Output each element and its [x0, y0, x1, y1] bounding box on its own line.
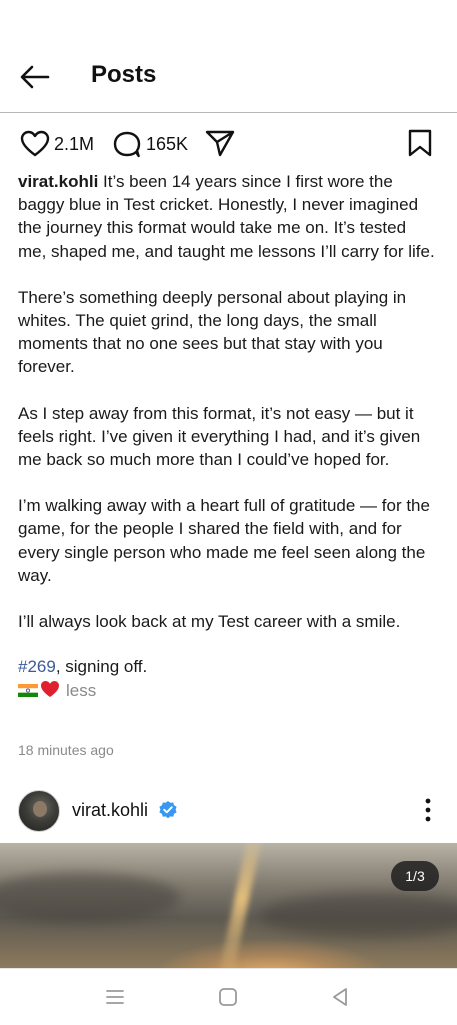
comment-icon — [113, 131, 141, 158]
caption-paragraph: There’s something deeply personal about … — [18, 287, 407, 377]
recent-apps-icon[interactable] — [103, 985, 127, 1009]
back-arrow-icon[interactable] — [18, 62, 52, 92]
image-cloud — [260, 893, 457, 938]
more-options-icon[interactable] — [417, 796, 439, 824]
caption-username[interactable]: virat.kohli — [18, 172, 98, 191]
image-cloud — [0, 873, 180, 923]
heart-icon — [20, 130, 50, 157]
comment-count: 165K — [146, 133, 189, 154]
verified-badge-icon — [159, 801, 177, 819]
post-caption: virat.kohli It’s been 14 years since I f… — [18, 170, 438, 703]
post-timestamp: 18 minutes ago — [18, 742, 114, 758]
image-sunlight — [150, 938, 390, 968]
share-button[interactable] — [204, 128, 236, 158]
like-button[interactable]: 2.1M — [20, 130, 94, 158]
caption-paragraph: virat.kohli It’s been 14 years since I f… — [18, 170, 438, 263]
post-actions-bar: 2.1M 165K — [0, 126, 457, 162]
avatar[interactable] — [18, 790, 60, 832]
post-username[interactable]: virat.kohli — [72, 800, 148, 821]
emoji-row: less — [18, 679, 438, 702]
red-heart-icon — [41, 681, 59, 698]
save-button[interactable] — [406, 128, 434, 158]
post-image[interactable]: 1/3 — [0, 843, 457, 968]
hashtag-link[interactable]: #269 — [18, 657, 56, 676]
send-icon — [205, 130, 235, 157]
caption-paragraph: I’ll always look back at my Test career … — [18, 612, 401, 632]
next-post-header: virat.kohli — [0, 786, 457, 836]
signoff-text: , signing off. — [55, 657, 148, 677]
system-back-icon[interactable] — [328, 985, 352, 1009]
india-flag-icon — [18, 684, 38, 698]
top-app-bar: Posts — [0, 0, 457, 113]
page-title: Posts — [91, 61, 157, 88]
caption-paragraph: I’m walking away with a heart full of gr… — [18, 496, 430, 585]
comment-button[interactable]: 165K — [112, 130, 188, 158]
less-toggle[interactable]: less — [66, 681, 96, 700]
caption-signoff: #269, signing off. — [18, 655, 438, 678]
bookmark-icon — [408, 129, 432, 157]
avatar-photo — [33, 801, 47, 817]
system-nav-bar — [0, 968, 457, 1025]
caption-paragraph: As I step away from this format, it’s no… — [18, 403, 421, 470]
image-counter: 1/3 — [391, 861, 439, 891]
like-count: 2.1M — [54, 133, 95, 154]
home-icon[interactable] — [216, 985, 240, 1009]
